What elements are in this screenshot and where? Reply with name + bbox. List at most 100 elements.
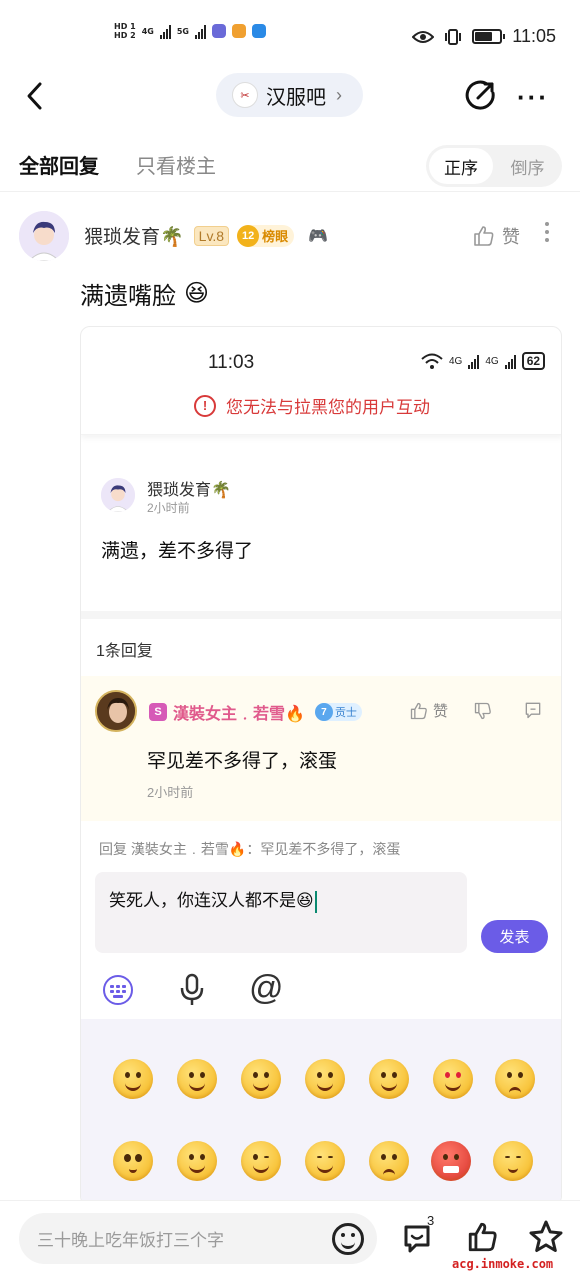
- smirk-emoji-icon: [305, 1141, 345, 1181]
- text-cursor: [314, 890, 317, 913]
- laugh-emoji-icon: [369, 1059, 409, 1099]
- comment-placeholder: 三十晚上吃年饭打三个字: [37, 1231, 224, 1250]
- post-more-icon[interactable]: [545, 222, 551, 246]
- battery-icon: [472, 29, 506, 44]
- embedded-screenshot[interactable]: 11:03 4G 4G 62 ! 您无法与拉黑您的用户互动 猥琐发育🌴 2小时前…: [80, 326, 562, 1206]
- embedded-net-a: 4G: [449, 355, 463, 367]
- reply-avatar: [95, 690, 137, 732]
- like-label: 赞: [502, 227, 520, 247]
- emoji-icon[interactable]: [332, 1223, 364, 1255]
- post-author-name: 猥琐发育🌴: [84, 227, 184, 248]
- worried-emoji-icon: [495, 1059, 535, 1099]
- sort-ascending-button[interactable]: 正序: [429, 148, 493, 184]
- signal-icon: [504, 353, 516, 369]
- tongue-emoji-icon: [241, 1059, 281, 1099]
- app-notification-icon: [211, 24, 226, 38]
- avatar[interactable]: [19, 211, 69, 261]
- reply-count: 1条回复: [96, 643, 153, 660]
- embedded-avatar: [101, 478, 135, 512]
- microphone-icon: [180, 973, 204, 1005]
- reply-bubble-icon: [525, 702, 541, 719]
- avatar-image: [97, 692, 135, 730]
- avatar-image: [19, 211, 69, 261]
- post-body: 满遗嘴脸 😆: [80, 276, 209, 311]
- tab-op-only[interactable]: 只看楼主: [136, 150, 216, 179]
- sim1-label: HD 1: [114, 22, 136, 31]
- rank-badge: 12 榜眼: [237, 224, 295, 247]
- comment-input[interactable]: 三十晚上吃年饭打三个字: [19, 1213, 377, 1264]
- reply-like-label: 赞: [433, 703, 449, 720]
- annoyed-emoji-icon: [369, 1141, 409, 1181]
- contributor-label: 贡士: [334, 707, 357, 719]
- warning-text: 您无法与拉黑您的用户互动: [226, 398, 430, 417]
- app-notification-icon: [231, 24, 246, 38]
- signal-2-icon: [194, 23, 206, 39]
- gamepad-icon: 🎮: [308, 227, 329, 245]
- status-left: HD 1 HD 2 4G 5G: [114, 22, 266, 40]
- signal-icon: [468, 353, 480, 369]
- embedded-net-b: 4G: [485, 355, 499, 367]
- replying-to-hint: 回复 漢裝女主﹒若雪🔥：罕见差不多得了，滚蛋: [99, 841, 401, 857]
- compose-text: 笑死人，你连汉人都不是😆: [109, 891, 314, 910]
- thumbs-down-icon: [474, 702, 491, 720]
- share-icon[interactable]: [465, 79, 497, 111]
- tab-all-replies[interactable]: 全部回复: [19, 150, 99, 179]
- forum-name: 汉服吧: [266, 86, 326, 109]
- sim2-label: HD 2: [114, 31, 136, 40]
- watermark-text: acg.inmoke.com: [452, 1257, 554, 1271]
- vip-badge: S: [149, 703, 167, 721]
- contributor-badge: 7 贡士: [314, 703, 362, 721]
- embedded-status-icons: 4G 4G 62: [421, 352, 546, 370]
- embedded-post-time: 2小时前: [147, 501, 190, 515]
- emoji-panel: [81, 1019, 561, 1205]
- post-text: 满遗嘴脸: [80, 283, 176, 310]
- wifi-icon: [421, 353, 443, 369]
- sim-indicators: HD 1 HD 2: [114, 22, 136, 40]
- back-icon[interactable]: [22, 80, 50, 112]
- like-icon[interactable]: [466, 1220, 500, 1254]
- grin-emoji-icon: [177, 1059, 217, 1099]
- sort-descending-button[interactable]: 倒序: [496, 148, 559, 184]
- keyboard-icon: [103, 975, 133, 1005]
- warning-icon: !: [194, 394, 216, 417]
- star-icon[interactable]: [528, 1219, 564, 1255]
- angry-emoji-icon: [431, 1141, 471, 1181]
- reply-item: S 漢裝女主﹒若雪🔥 7 贡士 赞 罕见差不多得了，滚蛋 2小时前: [81, 676, 561, 821]
- laughing-emoji-icon: 😆: [184, 280, 210, 307]
- status-right: 11:05: [412, 26, 556, 47]
- status-time: 11:05: [512, 26, 556, 46]
- forum-link[interactable]: ✂ 汉服吧 ›: [216, 73, 363, 117]
- compose-field: 笑死人，你连汉人都不是😆: [95, 872, 467, 953]
- forum-logo-icon: ✂: [232, 82, 258, 108]
- rank-number: 12: [237, 224, 260, 247]
- smile-emoji-icon: [113, 1059, 153, 1099]
- thumbs-up-icon: [410, 702, 427, 719]
- send-button: 发表: [481, 920, 548, 953]
- divider: [81, 611, 561, 619]
- reply-author-name: 漢裝女主﹒若雪🔥: [173, 706, 305, 723]
- contributor-level: 7: [314, 703, 333, 721]
- post-author[interactable]: 猥琐发育🌴 Lv.8 12 榜眼 🎮: [84, 222, 328, 249]
- vibrate-icon: [445, 28, 462, 45]
- signal-1-icon: [159, 23, 171, 39]
- embedded-status-bar: 11:03 4G 4G 62 ! 您无法与拉黑您的用户互动: [81, 327, 561, 435]
- more-icon[interactable]: ···: [517, 82, 549, 113]
- wink-emoji-icon: [241, 1141, 281, 1181]
- shy-emoji-icon: [305, 1059, 345, 1099]
- post-like-button[interactable]: 赞: [472, 223, 520, 249]
- puppy-eyes-emoji-icon: [113, 1141, 153, 1181]
- bottom-bar: 三十晚上吃年饭打三个字 3 acg.inmoke.com: [0, 1200, 580, 1276]
- comment-count: 3: [427, 1213, 435, 1228]
- app-notification-icon: [251, 24, 266, 38]
- avatar-image: [101, 478, 135, 512]
- level-badge: Lv.8: [193, 225, 230, 246]
- reply-like-button: 赞: [409, 700, 448, 721]
- reply-filter-tabs: 全部回复 只看楼主 正序 倒序: [0, 140, 580, 192]
- network-1-label: 4G: [141, 26, 154, 36]
- at-icon: @: [249, 969, 284, 1007]
- sort-order-switch: 正序 倒序: [426, 145, 562, 187]
- eye-icon: [412, 30, 435, 43]
- embedded-battery: 62: [521, 352, 546, 370]
- rank-label: 榜眼: [262, 229, 289, 244]
- embedded-username: 猥琐发育🌴: [147, 482, 231, 499]
